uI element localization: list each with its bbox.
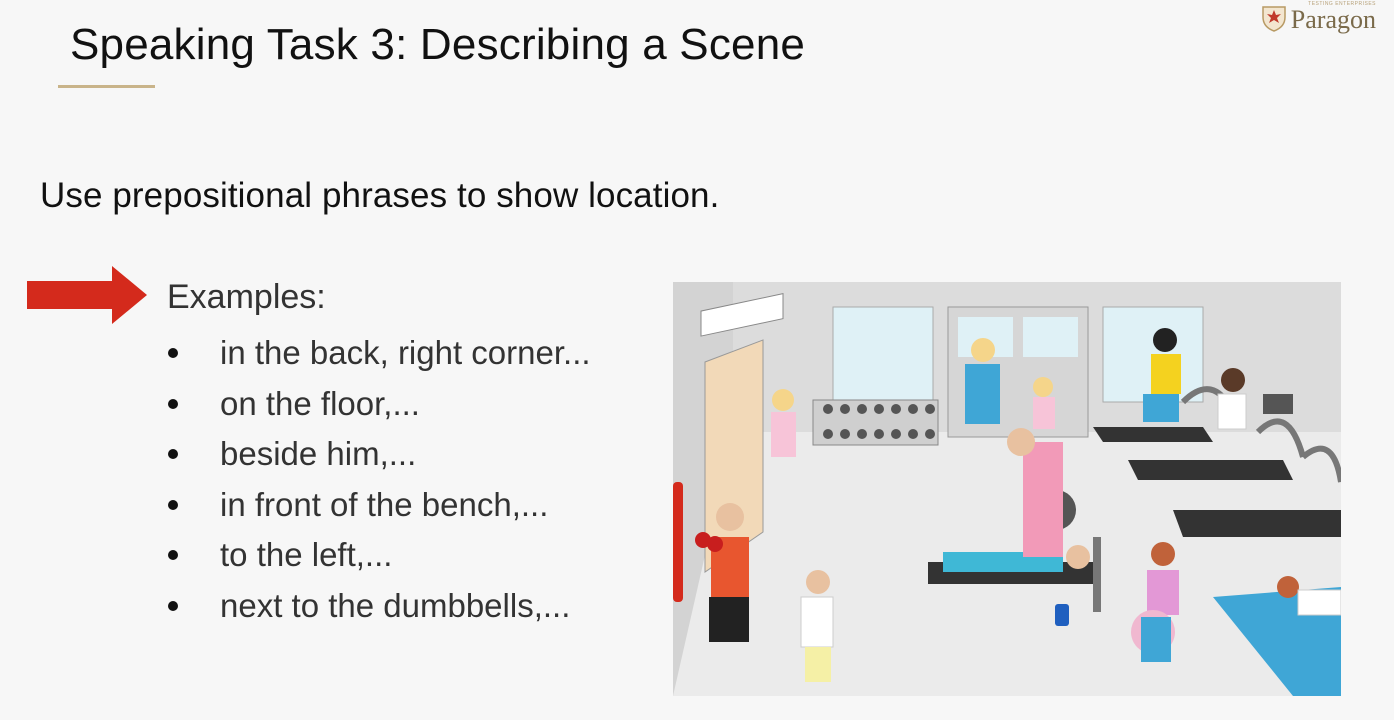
list-item: next to the dumbbells,... bbox=[163, 581, 591, 632]
bullet-icon bbox=[168, 499, 178, 510]
examples-label: Examples: bbox=[167, 278, 326, 316]
bullet-icon bbox=[168, 550, 178, 560]
paragon-crest-icon bbox=[1262, 5, 1286, 32]
red-arrow-icon bbox=[27, 266, 147, 324]
gym-scene-illustration bbox=[673, 282, 1341, 696]
examples-list: in the back, right corner... on the floo… bbox=[163, 328, 591, 631]
bullet-icon bbox=[168, 348, 178, 358]
list-item: in front of the bench,... bbox=[163, 480, 591, 531]
bullet-icon bbox=[168, 398, 178, 409]
water-bottle bbox=[1055, 604, 1069, 626]
window-left bbox=[832, 306, 934, 403]
list-item: to the left,... bbox=[163, 530, 591, 581]
bullet-icon bbox=[168, 600, 178, 611]
example-text: in front of the bench,... bbox=[220, 485, 549, 523]
list-item: on the floor,... bbox=[163, 379, 591, 430]
example-text: on the floor,... bbox=[220, 384, 420, 422]
title-underline bbox=[58, 85, 155, 88]
slide: TESTING ENTERPRISES Paragon Speaking Tas… bbox=[0, 0, 1394, 720]
slide-subtitle: Use prepositional phrases to show locati… bbox=[40, 176, 720, 215]
paragon-logo: TESTING ENTERPRISES Paragon bbox=[1261, 2, 1376, 33]
example-text: next to the dumbbells,... bbox=[220, 586, 571, 624]
list-item: beside him,... bbox=[163, 429, 591, 480]
list-item: in the back, right corner... bbox=[163, 328, 591, 379]
slide-title: Speaking Task 3: Describing a Scene bbox=[70, 20, 806, 69]
example-text: in the back, right corner... bbox=[220, 334, 591, 371]
logo-text: Paragon bbox=[1290, 5, 1376, 34]
example-text: beside him,... bbox=[220, 435, 417, 472]
example-text: to the left,... bbox=[220, 536, 393, 573]
bullet-icon bbox=[168, 449, 178, 459]
